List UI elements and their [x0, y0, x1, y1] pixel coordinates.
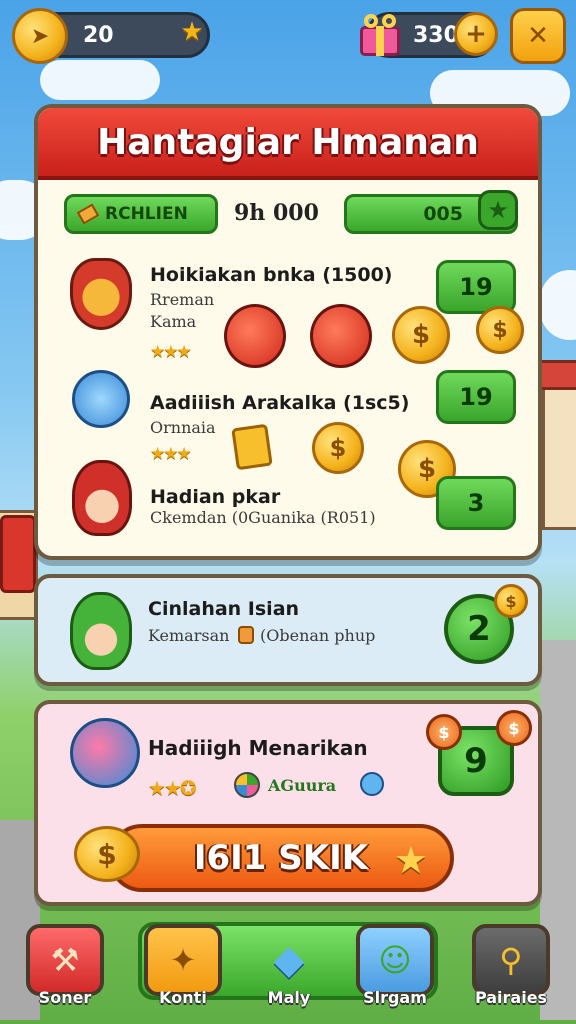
- nav-konti-label: Konti: [159, 988, 207, 1007]
- scout-avatar: [70, 592, 132, 670]
- progress-value: 005: [423, 203, 463, 225]
- claim-button-2-label: 19: [459, 383, 493, 411]
- daily-task-card: Cinlahan Isian Kemarsan (Obenan phup 2 $: [34, 574, 542, 686]
- arrow-icon: ➤: [30, 23, 50, 49]
- collection-tab[interactable]: RCHLIEN: [64, 194, 218, 234]
- coin-icon: $: [392, 306, 450, 364]
- bubble-icon: [360, 772, 384, 796]
- rewards-panel: Hantagiar Hmanan RCHLIEN 9h 000 005 ★ Ho…: [34, 104, 542, 560]
- ball-icon: [234, 772, 260, 798]
- arrow-counter-value: 20: [83, 22, 114, 48]
- special-reward-sub: AGuura: [268, 776, 337, 795]
- hammer-icon: ⚒: [50, 941, 80, 979]
- star-icon: ★: [393, 838, 428, 882]
- character-icon: ☺: [378, 941, 412, 979]
- star-badge-icon: ★: [478, 190, 518, 230]
- nav-slrgam[interactable]: ☺: [356, 924, 434, 996]
- mascot-avatar: [70, 258, 132, 330]
- gem-icon: ◆: [273, 937, 305, 983]
- nav-maly-label: Maly: [267, 988, 311, 1007]
- gift-icon[interactable]: [358, 10, 402, 58]
- card-icon: [231, 423, 273, 471]
- send-arrow-button[interactable]: ➤: [12, 8, 68, 64]
- fruit-icon: [310, 304, 372, 368]
- reward-row-2-sub: Ornnaia: [150, 418, 216, 437]
- nav-pairaies[interactable]: ⚲: [472, 924, 550, 996]
- close-button[interactable]: ✕: [510, 8, 566, 64]
- add-coins-button[interactable]: +: [454, 12, 498, 56]
- nav-slrgam-label: Slrgam: [363, 988, 427, 1007]
- claim-button-3[interactable]: 3: [436, 476, 516, 530]
- reward-row-2-title: Aadiiish Arakalka (1sc5): [150, 392, 410, 414]
- star-icon: ★: [170, 10, 214, 54]
- claim-button-3-label: 3: [467, 489, 485, 517]
- puzzle-icon: ✦: [169, 941, 197, 979]
- close-icon: ✕: [527, 21, 549, 51]
- special-reward-title: Hadiiigh Menarikan: [148, 736, 368, 760]
- daily-task-badge-value: 2: [467, 609, 491, 649]
- rating-stars: ★★★: [150, 444, 192, 464]
- daily-task-sub: Kemarsan: [148, 626, 230, 645]
- reward-row-1-title: Hoikiakan bnka (1500): [150, 264, 393, 286]
- reward-row-1-sub: Rreman: [150, 290, 215, 309]
- nav-soner[interactable]: ⚒: [26, 924, 104, 996]
- reward-row-1-sub2: Kama: [150, 312, 197, 331]
- timer-value: 9h 000: [234, 200, 319, 226]
- nav-pairaies-label: Pairaies: [474, 988, 548, 1007]
- coin-icon: $: [426, 714, 462, 750]
- medal-icon: [238, 626, 254, 644]
- ticket-icon: [76, 203, 100, 225]
- daily-task-sub-extra: (Obenan phup: [260, 626, 376, 645]
- reward-row-3-title: Hadian pkar: [150, 486, 281, 508]
- special-reward-badge-value: 9: [464, 741, 488, 781]
- claim-button-2[interactable]: 19: [436, 370, 516, 424]
- reward-row-3-sub: Ckemdan (0Guanika (R051): [150, 508, 376, 527]
- claim-button-1-label: 19: [459, 273, 493, 301]
- nav-soner-label: Soner: [38, 988, 92, 1007]
- panel-header: Hantagiar Hmanan: [38, 108, 538, 180]
- coin-icon: $: [496, 710, 532, 746]
- gift-counter-value: 330: [413, 22, 459, 48]
- nav-konti[interactable]: ✦: [144, 924, 222, 996]
- coin-icon: $: [494, 584, 528, 618]
- rating-stars: ★★✪: [148, 776, 197, 800]
- collect-button-label: I6I1 SKIK: [193, 838, 369, 878]
- collection-tab-label: RCHLIEN: [105, 204, 188, 224]
- rocket-avatar: [70, 718, 140, 788]
- fruit-icon: [224, 304, 286, 368]
- coin-icon: $: [476, 306, 524, 354]
- collect-button[interactable]: I6I1 SKIK ★: [108, 824, 454, 892]
- plus-icon: +: [465, 19, 487, 49]
- hero-avatar: [72, 460, 132, 536]
- star-glyph: ★: [180, 17, 204, 47]
- coin-icon: $: [74, 826, 140, 882]
- rating-stars: ★★★: [150, 342, 192, 362]
- daily-task-title: Cinlahan Isian: [148, 598, 300, 620]
- coin-icon: $: [312, 422, 364, 474]
- pencil-avatar: [72, 370, 130, 428]
- panel-title: Hantagiar Hmanan: [97, 121, 479, 163]
- nav-maly[interactable]: ◆: [250, 924, 328, 996]
- magnifier-icon: ⚲: [499, 941, 523, 979]
